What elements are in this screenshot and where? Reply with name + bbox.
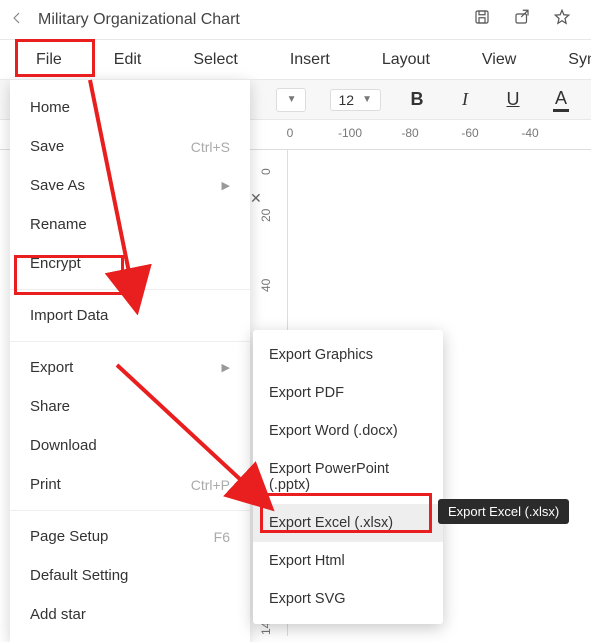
style-dropdown[interactable]: ▼ xyxy=(276,88,306,112)
underline-button[interactable]: U xyxy=(501,89,525,110)
menu-item-default-setting[interactable]: Default Setting xyxy=(10,556,250,595)
menu-item-rename[interactable]: Rename xyxy=(10,205,250,244)
menu-item-export[interactable]: Export▶ xyxy=(10,348,250,387)
chevron-down-icon: ▼ xyxy=(362,94,372,105)
menu-item-page-setup[interactable]: Page SetupF6 xyxy=(10,517,250,556)
font-color-button[interactable]: A xyxy=(549,88,573,112)
font-size-value: 12 xyxy=(339,92,355,108)
menu-item-share[interactable]: Share xyxy=(10,387,250,426)
italic-button[interactable]: I xyxy=(453,89,477,110)
shortcut-label: Ctrl+P xyxy=(191,477,230,493)
menu-edit[interactable]: Edit xyxy=(96,45,160,75)
menu-item-export-svg[interactable]: Export SVG xyxy=(253,580,443,618)
star-icon[interactable] xyxy=(553,8,571,31)
export-submenu: Export Graphics Export PDF Export Word (… xyxy=(253,330,443,624)
chevron-right-icon: ▶ xyxy=(222,361,230,374)
menu-bar: File Edit Select Insert Layout View Symb xyxy=(0,40,591,80)
menu-item-export-excel[interactable]: Export Excel (.xlsx) xyxy=(253,504,443,542)
bold-button[interactable]: B xyxy=(405,89,429,110)
back-chevron-icon[interactable] xyxy=(10,8,28,31)
close-icon[interactable]: ✕ xyxy=(250,190,262,207)
menu-item-save-as[interactable]: Save As▶ xyxy=(10,166,250,205)
menu-separator xyxy=(10,510,250,511)
share-icon[interactable] xyxy=(513,8,531,31)
save-icon[interactable] xyxy=(473,8,491,31)
menu-item-export-html[interactable]: Export Html xyxy=(253,542,443,580)
tooltip-export-excel: Export Excel (.xlsx) xyxy=(438,499,569,524)
document-title: Military Organizational Chart xyxy=(38,11,473,29)
menu-separator xyxy=(10,341,250,342)
menu-item-export-graphics[interactable]: Export Graphics xyxy=(253,336,443,374)
chevron-down-icon: ▼ xyxy=(287,94,297,105)
menu-item-export-word[interactable]: Export Word (.docx) xyxy=(253,412,443,450)
menu-item-export-pdf[interactable]: Export PDF xyxy=(253,374,443,412)
menu-separator xyxy=(10,289,250,290)
shortcut-label: Ctrl+S xyxy=(191,139,230,155)
chevron-right-icon: ▶ xyxy=(222,179,230,192)
title-bar: Military Organizational Chart xyxy=(0,0,591,40)
menu-item-download[interactable]: Download xyxy=(10,426,250,465)
menu-item-save[interactable]: SaveCtrl+S xyxy=(10,127,250,166)
menu-item-home[interactable]: Home xyxy=(10,88,250,127)
file-dropdown-menu: Home SaveCtrl+S Save As▶ Rename Encrypt … xyxy=(10,80,250,642)
menu-item-add-star[interactable]: Add star xyxy=(10,595,250,634)
font-size-selector[interactable]: 12 ▼ xyxy=(330,89,381,111)
menu-layout[interactable]: Layout xyxy=(364,45,448,75)
menu-view[interactable]: View xyxy=(464,45,534,75)
menu-file[interactable]: File xyxy=(18,45,80,75)
menu-select[interactable]: Select xyxy=(175,45,255,75)
menu-item-print[interactable]: PrintCtrl+P xyxy=(10,465,250,504)
menu-insert[interactable]: Insert xyxy=(272,45,348,75)
menu-item-import-data[interactable]: Import Data xyxy=(10,296,250,335)
shortcut-label: F6 xyxy=(214,529,230,545)
menu-item-export-powerpoint[interactable]: Export PowerPoint (.pptx) xyxy=(253,450,443,504)
menu-item-encrypt[interactable]: Encrypt xyxy=(10,244,250,283)
menu-symbol[interactable]: Symb xyxy=(550,45,591,75)
